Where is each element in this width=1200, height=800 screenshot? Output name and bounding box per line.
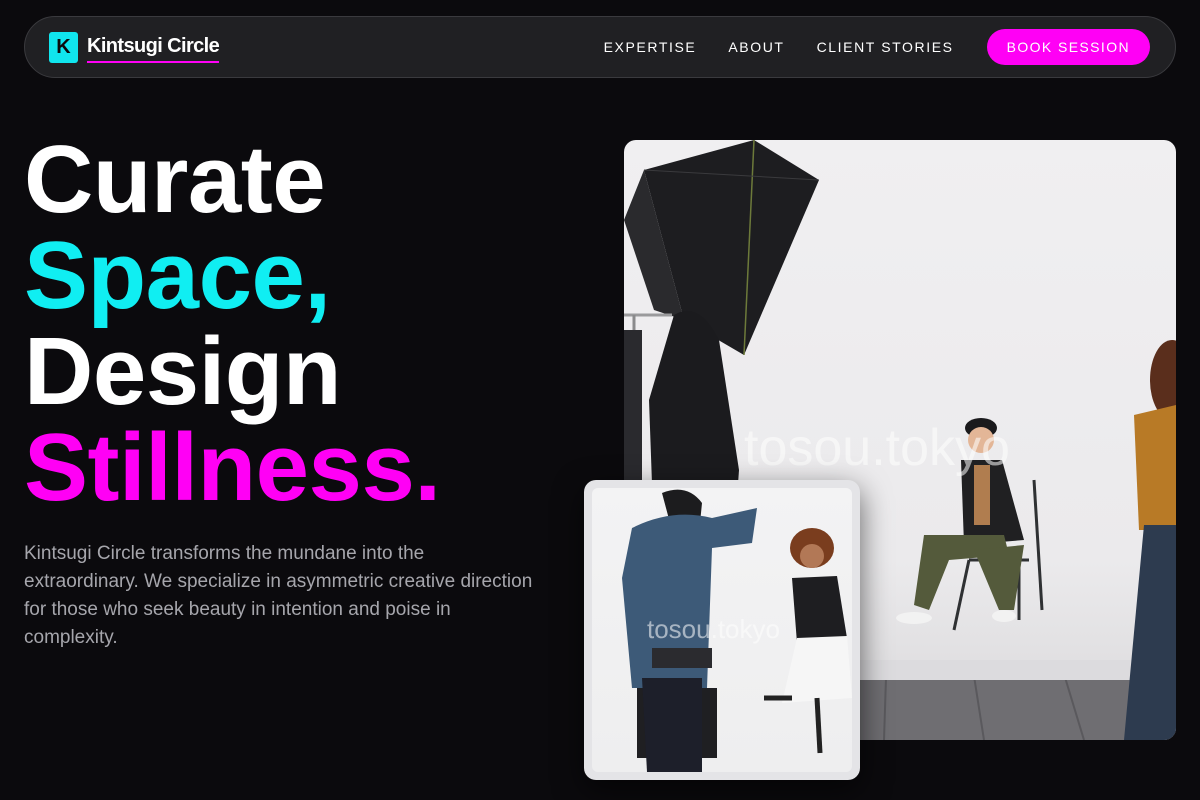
studio-photo-secondary-frame: tosou.tokyo (584, 480, 860, 780)
hero-title-line-1: Curate (24, 126, 326, 233)
brand-name: Kintsugi Circle (87, 34, 220, 63)
hero-description: Kintsugi Circle transforms the mundane i… (24, 543, 533, 648)
nav-link-client-stories[interactable]: CLIENT STORIES (817, 39, 954, 55)
hero-title-line-4: Stillness. (24, 414, 441, 521)
top-navbar: K Kintsugi Circle EXPERTISE ABOUT CLIENT… (24, 16, 1176, 78)
logo-mark-icon: K (49, 31, 78, 63)
nav-link-about[interactable]: ABOUT (728, 39, 784, 55)
hero-title: Curate Space, Design Stillness. (24, 132, 441, 516)
studio-photo-secondary: tosou.tokyo (592, 488, 852, 772)
book-session-button[interactable]: BOOK SESSION (986, 29, 1150, 65)
nav-link-expertise[interactable]: EXPERTISE (604, 39, 697, 55)
secondary-watermark: tosou.tokyo (647, 614, 780, 644)
hero-title-line-3: Design (24, 318, 342, 425)
nav-links: EXPERTISE ABOUT CLIENT STORIES (604, 39, 954, 55)
hero-title-line-2: Space, (24, 222, 331, 329)
brand-logo[interactable]: K Kintsugi Circle (49, 31, 220, 63)
main-watermark: tosou.tokyo (744, 419, 1010, 477)
